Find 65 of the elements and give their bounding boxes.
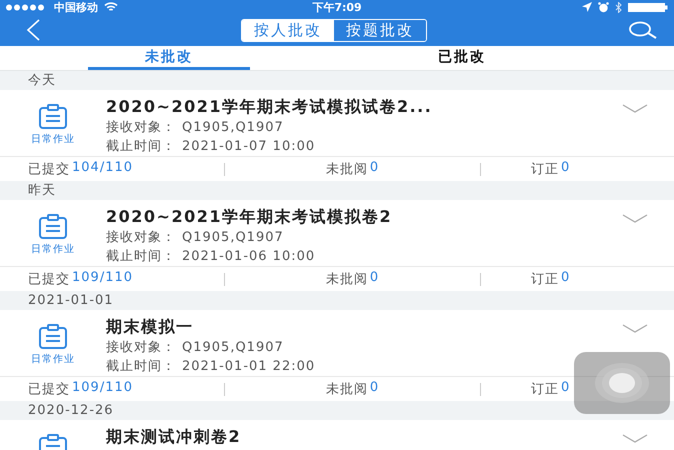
deadline-value: 2021-01-07 10:00 [182,139,316,154]
deadline-label: 截止时间： [106,359,176,374]
homework-card[interactable]: 日常作业 期末模拟一 接收对象： Q1905,Q1907 截止时间： 2021-01-01 22:00 [0,310,674,377]
date-header: 2020-12-26 [27,402,115,420]
chevron-down-icon[interactable] [622,214,648,223]
correction-label: 订正 [531,271,559,288]
wifi-icon [104,2,118,12]
homework-type-label: 日常作业 [31,352,75,366]
recipients-value: Q1905,Q1907 [182,230,284,245]
recipients-label: 接收对象： [106,340,176,355]
back-icon[interactable] [26,19,40,41]
location-icon [582,2,592,12]
homework-type-label: 日常作业 [31,242,75,256]
homework-card[interactable]: 日常作业 2020~2021学年期末考试模拟试卷2... 接收对象： Q1905,Q1907 截止时间： 2021-01-07 10:00 [0,90,674,157]
correction-count: 0 [561,380,570,397]
unreviewed-count: 0 [370,160,380,177]
recipients-value: Q1905,Q1907 [182,120,284,135]
homework-card[interactable]: 期末测试冲刺卷2 [0,420,674,450]
search-icon[interactable] [628,21,658,39]
correction-label: 订正 [531,161,559,178]
submitted-label: 已提交 [28,271,70,288]
homework-title: 2020~2021学年期末考试模拟卷2 [106,206,394,228]
submitted-label: 已提交 [28,161,70,178]
clipboard-icon [38,104,68,130]
floating-assist-button[interactable] [574,352,670,414]
list-tab[interactable]: 未批改 [88,46,250,70]
alarm-icon [598,2,609,12]
list-tab[interactable]: 已批改 [250,46,674,70]
submitted-count: 109/110 [72,380,134,397]
unreviewed-label: 未批阅 [326,271,368,288]
date-header: 今天 [27,72,57,90]
submitted-label: 已提交 [28,381,70,398]
clipboard-icon [38,214,68,240]
homework-title: 2020~2021学年期末考试模拟试卷2... [106,96,434,118]
correction-count: 0 [561,160,570,177]
chevron-down-icon[interactable] [622,104,648,113]
submitted-count: 104/110 [72,160,134,177]
homework-title: 期末模拟一 [106,316,194,338]
chevron-down-icon[interactable] [622,434,648,443]
bluetooth-icon [615,2,622,12]
submitted-count: 109/110 [72,270,134,287]
homework-card[interactable]: 日常作业 2020~2021学年期末考试模拟卷2 接收对象： Q1905,Q1907 截止时间： 2021-01-06 10:00 [0,200,674,267]
battery-icon [628,2,668,12]
date-header: 昨天 [27,182,57,200]
segment-tab[interactable]: 按人批改 [242,20,334,40]
recipients-label: 接收对象： [106,120,176,135]
correction-label: 订正 [531,381,559,398]
deadline-label: 截止时间： [106,249,176,264]
chevron-down-icon[interactable] [622,324,648,333]
recipients-value: Q1905,Q1907 [182,340,284,355]
deadline-value: 2021-01-01 22:00 [182,359,316,374]
unreviewed-count: 0 [370,380,380,397]
unreviewed-count: 0 [370,270,380,287]
unreviewed-label: 未批阅 [326,161,368,178]
unreviewed-label: 未批阅 [326,381,368,398]
deadline-label: 截止时间： [106,139,176,154]
carrier-name: 中国移动 [54,0,98,14]
recipients-label: 接收对象： [106,230,176,245]
date-header: 2021-01-01 [27,292,115,310]
correction-count: 0 [561,270,570,287]
status-time: 下午7:09 [312,0,362,14]
clipboard-icon [38,324,68,350]
deadline-value: 2021-01-06 10:00 [182,249,316,264]
homework-title: 期末测试冲刺卷2 [106,426,242,448]
homework-type-label: 日常作业 [31,132,75,146]
